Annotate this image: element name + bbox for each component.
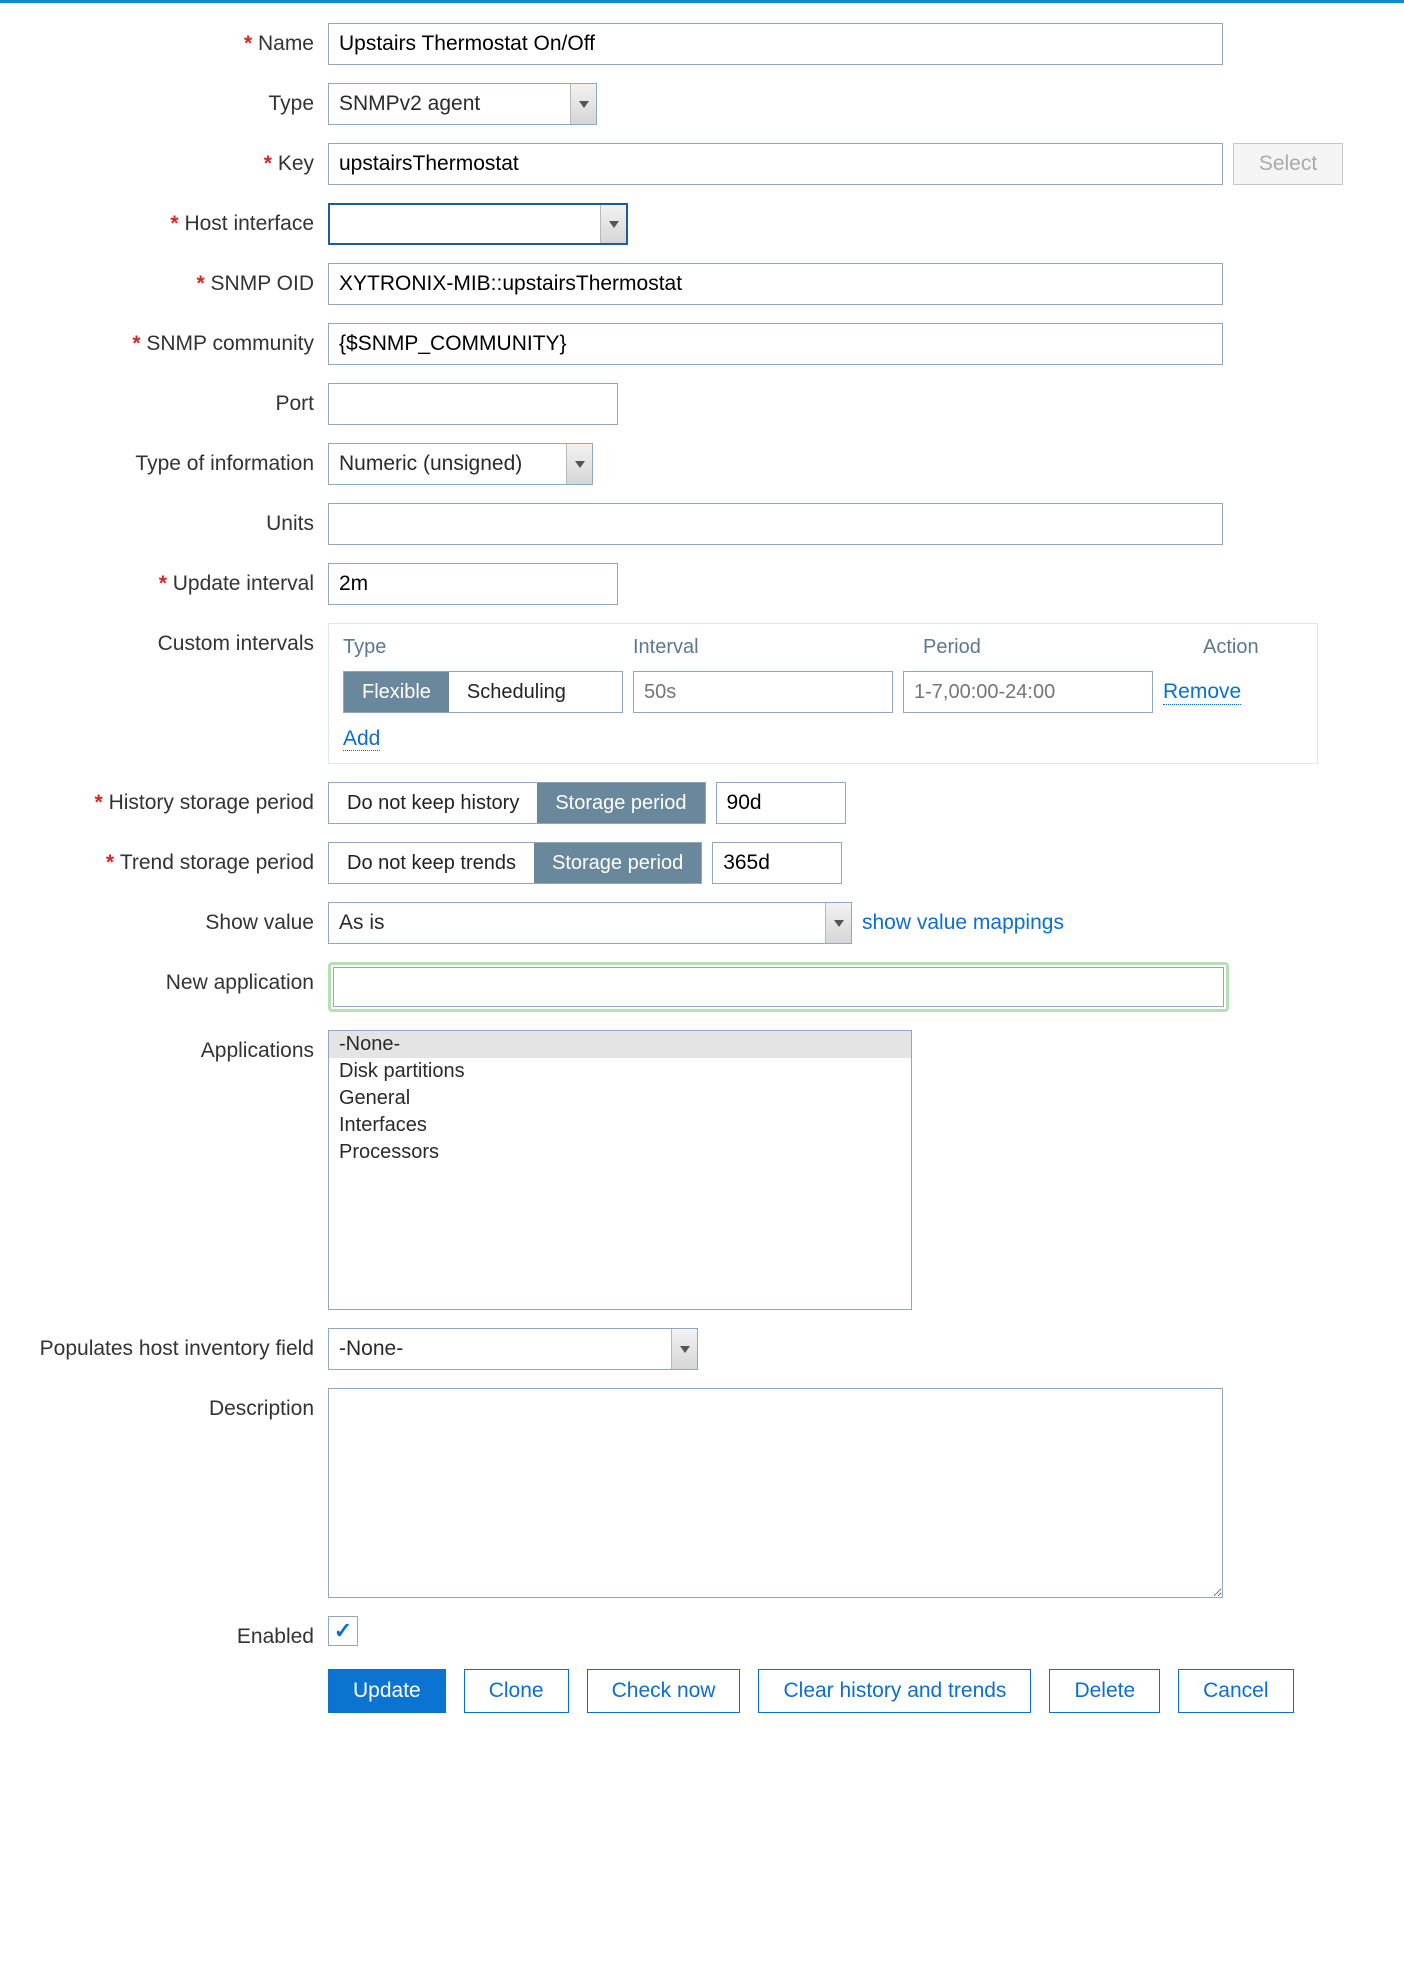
trend-storage-toggle[interactable]: Do not keep trends Storage period xyxy=(328,842,702,884)
host-interface-label: Host interface xyxy=(0,203,328,236)
applications-option[interactable]: -None- xyxy=(329,1031,911,1058)
applications-select[interactable]: -None- Disk partitions General Interface… xyxy=(328,1030,912,1310)
update-interval-label: Update interval xyxy=(0,563,328,596)
cancel-button[interactable]: Cancel xyxy=(1178,1669,1293,1713)
history-value-input[interactable] xyxy=(716,782,846,824)
history-storage-button[interactable]: Storage period xyxy=(537,783,704,823)
clone-button[interactable]: Clone xyxy=(464,1669,569,1713)
ci-period-input[interactable] xyxy=(903,671,1153,713)
trend-storage-label: Trend storage period xyxy=(0,842,328,875)
name-input[interactable] xyxy=(328,23,1223,65)
type-info-text: Numeric (unsigned) xyxy=(329,452,566,476)
chevron-down-icon xyxy=(825,903,851,943)
show-value-label: Show value xyxy=(0,902,328,935)
port-input[interactable] xyxy=(328,383,618,425)
check-now-button[interactable]: Check now xyxy=(587,1669,741,1713)
applications-option[interactable]: Processors xyxy=(329,1139,911,1166)
new-application-wrapper xyxy=(328,962,1229,1012)
chevron-down-icon xyxy=(600,205,626,243)
key-label: Key xyxy=(0,143,328,176)
history-storage-toggle[interactable]: Do not keep history Storage period xyxy=(328,782,706,824)
update-interval-input[interactable] xyxy=(328,563,618,605)
chevron-down-icon xyxy=(570,84,596,124)
units-input[interactable] xyxy=(328,503,1223,545)
ci-header-interval: Interval xyxy=(633,636,923,659)
snmp-community-input[interactable] xyxy=(328,323,1223,365)
snmp-oid-input[interactable] xyxy=(328,263,1223,305)
key-input[interactable] xyxy=(328,143,1223,185)
snmp-oid-label: SNMP OID xyxy=(0,263,328,296)
ci-header-type: Type xyxy=(343,636,633,659)
type-info-select[interactable]: Numeric (unsigned) xyxy=(328,443,593,485)
ci-remove-link[interactable]: Remove xyxy=(1163,680,1241,705)
ci-header-action: Action xyxy=(1203,636,1303,659)
ci-scheduling-button[interactable]: Scheduling xyxy=(449,672,584,712)
description-label: Description xyxy=(0,1388,328,1421)
applications-label: Applications xyxy=(0,1030,328,1063)
ci-add-link[interactable]: Add xyxy=(343,727,380,751)
populates-inventory-label: Populates host inventory field xyxy=(0,1328,328,1361)
trend-no-keep-button[interactable]: Do not keep trends xyxy=(329,843,534,883)
port-label: Port xyxy=(0,383,328,416)
applications-option[interactable]: General xyxy=(329,1085,911,1112)
ci-interval-input[interactable] xyxy=(633,671,893,713)
show-value-mappings-link[interactable]: show value mappings xyxy=(862,911,1064,935)
ci-type-toggle[interactable]: Flexible Scheduling xyxy=(343,671,623,713)
name-label: Name xyxy=(0,23,328,56)
applications-option[interactable]: Disk partitions xyxy=(329,1058,911,1085)
ci-flexible-button[interactable]: Flexible xyxy=(344,672,449,712)
type-info-label: Type of information xyxy=(0,443,328,476)
populates-inventory-text: -None- xyxy=(329,1337,671,1361)
new-application-label: New application xyxy=(0,962,328,995)
history-no-keep-button[interactable]: Do not keep history xyxy=(329,783,537,823)
chevron-down-icon xyxy=(671,1329,697,1369)
description-textarea[interactable] xyxy=(328,1388,1223,1598)
enabled-checkbox[interactable]: ✓ xyxy=(328,1616,358,1646)
key-select-button[interactable]: Select xyxy=(1233,143,1343,185)
show-value-text: As is xyxy=(329,911,825,935)
applications-option[interactable]: Interfaces xyxy=(329,1112,911,1139)
trend-value-input[interactable] xyxy=(712,842,842,884)
custom-intervals-label: Custom intervals xyxy=(0,623,328,656)
host-interface-select[interactable] xyxy=(328,203,628,245)
new-application-input[interactable] xyxy=(333,967,1224,1007)
enabled-label: Enabled xyxy=(0,1616,328,1649)
history-storage-label: History storage period xyxy=(0,782,328,815)
type-label: Type xyxy=(0,83,328,116)
units-label: Units xyxy=(0,503,328,536)
snmp-community-label: SNMP community xyxy=(0,323,328,356)
chevron-down-icon xyxy=(566,444,592,484)
populates-inventory-select[interactable]: -None- xyxy=(328,1328,698,1370)
trend-storage-button[interactable]: Storage period xyxy=(534,843,701,883)
ci-header-period: Period xyxy=(923,636,1203,659)
delete-button[interactable]: Delete xyxy=(1049,1669,1160,1713)
custom-intervals-block: Type Interval Period Action Flexible Sch… xyxy=(328,623,1318,764)
clear-history-button[interactable]: Clear history and trends xyxy=(758,1669,1031,1713)
show-value-select[interactable]: As is xyxy=(328,902,852,944)
type-select[interactable]: SNMPv2 agent xyxy=(328,83,597,125)
type-select-text: SNMPv2 agent xyxy=(329,92,570,116)
update-button[interactable]: Update xyxy=(328,1669,446,1713)
